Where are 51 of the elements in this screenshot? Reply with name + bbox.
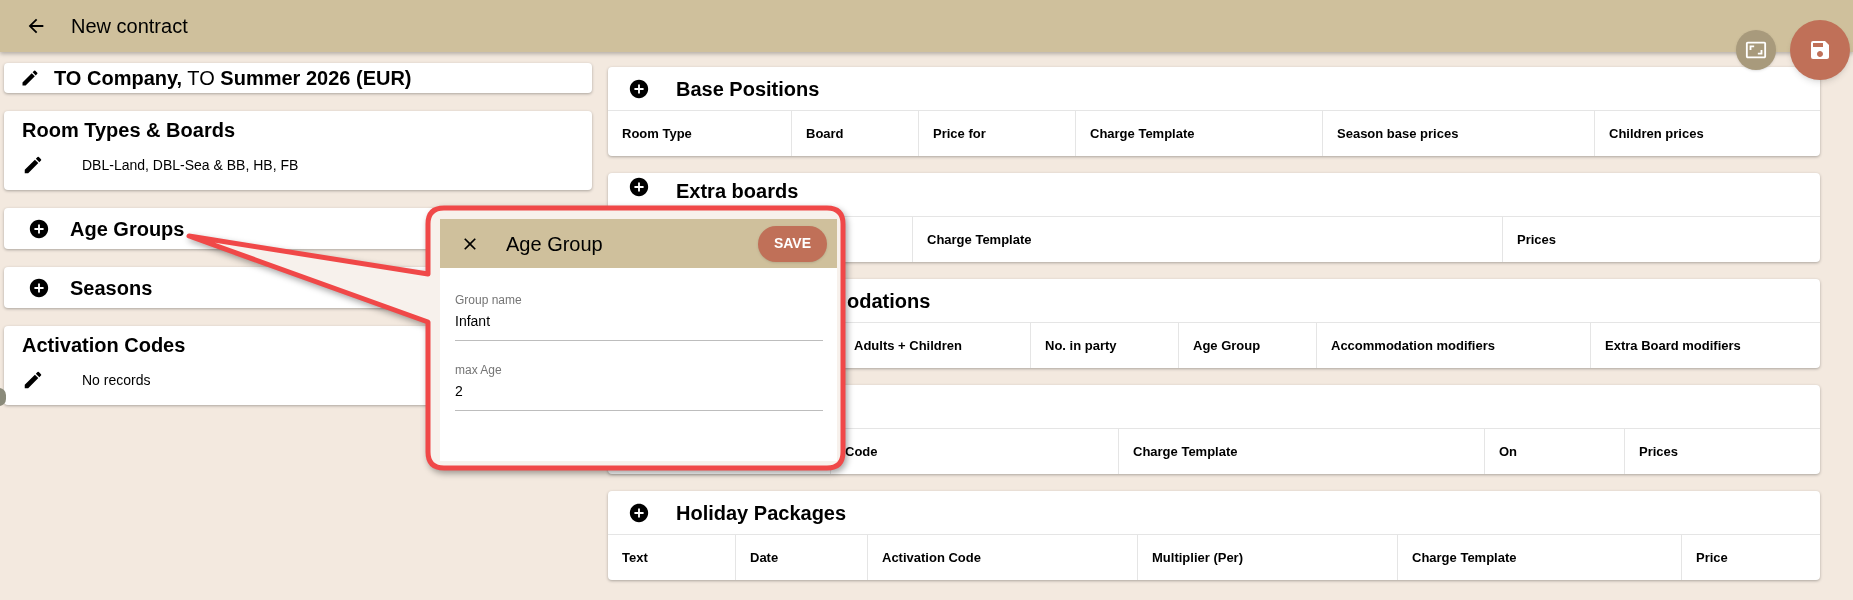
field-value: 2 bbox=[455, 382, 464, 401]
column-header: Date bbox=[735, 535, 867, 580]
add-icon[interactable] bbox=[28, 276, 50, 299]
column-header: Extra Board modifiers bbox=[1590, 323, 1820, 368]
section-title: Room Types & Boards bbox=[22, 118, 236, 143]
add-icon[interactable] bbox=[628, 176, 650, 198]
text-field[interactable]: max Age 2 bbox=[455, 361, 823, 411]
add-icon[interactable] bbox=[628, 501, 650, 524]
column-header: Season base prices bbox=[1322, 111, 1594, 156]
column-header: Children prices bbox=[1594, 111, 1820, 156]
section-title: Activation Codes bbox=[22, 333, 187, 358]
dialog-title: Age Group bbox=[506, 231, 604, 257]
add-icon[interactable] bbox=[628, 77, 650, 100]
column-header: Room Type bbox=[621, 124, 693, 143]
column-header: Prices bbox=[1502, 217, 1820, 262]
section-title: Age Groups bbox=[70, 216, 185, 242]
contract-title: TO Company, TO Summer 2026 (EUR) bbox=[54, 66, 412, 91]
section-title: Seasons bbox=[70, 275, 153, 301]
text-field[interactable]: Group name Infant bbox=[455, 291, 823, 341]
column-header: Charge Template bbox=[1118, 429, 1484, 474]
column-header: Age Group bbox=[1178, 323, 1316, 368]
page-title: New contract bbox=[71, 14, 188, 39]
panel-title: odations bbox=[847, 288, 931, 314]
edit-icon[interactable] bbox=[22, 369, 44, 391]
column-header: Charge Template bbox=[912, 217, 1502, 262]
field-label: max Age bbox=[455, 362, 503, 379]
column-header: No. in party bbox=[1030, 323, 1178, 368]
column-header: On bbox=[1484, 429, 1624, 474]
column-header: Charge Template bbox=[1075, 111, 1322, 156]
column-header: Price bbox=[1681, 535, 1820, 580]
edit-icon[interactable] bbox=[22, 154, 44, 176]
column-header: Prices bbox=[1624, 429, 1820, 474]
column-header: Activation Code bbox=[867, 535, 1137, 580]
section-summary: DBL-Land, DBL-Sea & BB, HB, FB bbox=[82, 155, 299, 175]
column-header: Accommodation modifiers bbox=[1316, 323, 1590, 368]
panel-title: Holiday Packages bbox=[676, 500, 847, 526]
column-header: Price for bbox=[918, 111, 1075, 156]
panel-title: Base Positions bbox=[676, 76, 820, 102]
column-header: Board bbox=[791, 111, 918, 156]
edit-icon[interactable] bbox=[20, 68, 40, 88]
aspect-ratio-icon bbox=[1745, 39, 1767, 61]
add-icon[interactable] bbox=[28, 217, 50, 240]
column-header: Text bbox=[621, 548, 649, 567]
column-header: Multiplier (Per) bbox=[1137, 535, 1397, 580]
field-label: Group name bbox=[455, 292, 523, 309]
save-icon bbox=[1808, 38, 1832, 62]
panel-title: Extra boards bbox=[676, 179, 799, 204]
section-summary: No records bbox=[82, 370, 151, 390]
dialog-save-button[interactable]: SAVE bbox=[757, 225, 827, 262]
column-header: Charge Template bbox=[1397, 535, 1681, 580]
field-value: Infant bbox=[455, 312, 492, 331]
